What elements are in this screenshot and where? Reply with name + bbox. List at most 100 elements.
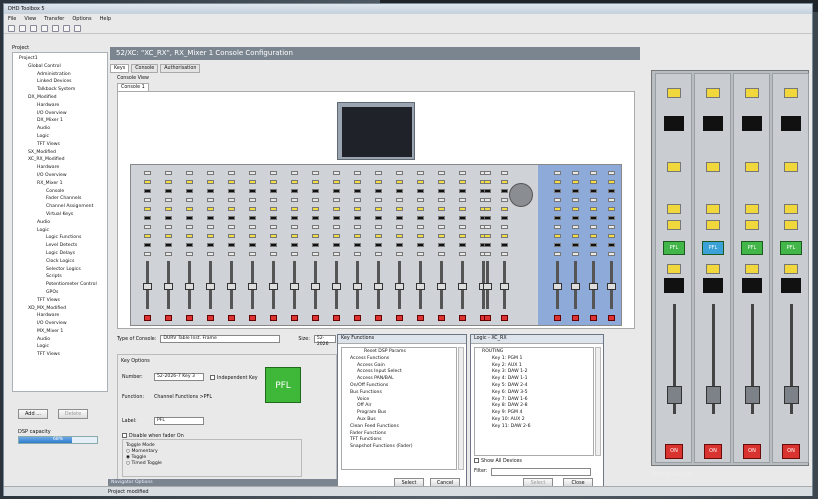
tree-item[interactable]: Global Control	[15, 63, 105, 71]
logic-item[interactable]: Key 9: PGM 4	[476, 410, 592, 417]
console-key[interactable]	[186, 171, 193, 175]
tree-item[interactable]: TFT Views	[15, 297, 105, 305]
fader-cap[interactable]	[500, 283, 509, 290]
console-key[interactable]	[207, 171, 214, 175]
console-key[interactable]	[186, 189, 193, 193]
console-key[interactable]	[375, 225, 382, 229]
console-key[interactable]	[228, 216, 235, 220]
console-key[interactable]	[186, 243, 193, 247]
strip-key[interactable]	[667, 264, 681, 274]
console-key[interactable]	[144, 234, 151, 238]
console-key[interactable]	[459, 189, 466, 193]
console-key[interactable]	[590, 252, 597, 256]
transfer-icon[interactable]	[52, 25, 59, 32]
console-key[interactable]	[396, 189, 403, 193]
console-key[interactable]	[459, 234, 466, 238]
console-key[interactable]	[396, 225, 403, 229]
fader-cap[interactable]	[248, 283, 257, 290]
console-key[interactable]	[207, 225, 214, 229]
on-key[interactable]	[270, 315, 277, 321]
console-key[interactable]	[312, 207, 319, 211]
fader-cap[interactable]	[164, 283, 173, 290]
show-all-checkbox[interactable]	[474, 458, 479, 463]
console-key[interactable]	[165, 243, 172, 247]
console-key[interactable]	[501, 225, 508, 229]
console-key[interactable]	[554, 252, 561, 256]
tft-screen[interactable]	[337, 102, 415, 160]
fader-cap[interactable]	[143, 283, 152, 290]
console-key[interactable]	[228, 243, 235, 247]
on-key[interactable]	[417, 315, 424, 321]
console-key[interactable]	[249, 180, 256, 184]
tree-item[interactable]: Audio	[15, 336, 105, 344]
console-key[interactable]	[417, 198, 424, 202]
console-key[interactable]	[291, 171, 298, 175]
logic-item[interactable]: Key 11: DAW 2-6	[476, 424, 592, 431]
console-key[interactable]	[501, 198, 508, 202]
console-key[interactable]	[207, 198, 214, 202]
console-key[interactable]	[144, 189, 151, 193]
fader-cap[interactable]	[667, 386, 682, 404]
console-key[interactable]	[312, 252, 319, 256]
console-key[interactable]	[375, 234, 382, 238]
tree-item[interactable]: Level Detects	[15, 242, 105, 250]
console-key[interactable]	[554, 225, 561, 229]
console-key[interactable]	[249, 243, 256, 247]
console-key[interactable]	[333, 171, 340, 175]
project-tree[interactable]: Project1 Global Control Administration Link…	[12, 52, 108, 392]
pfl-key[interactable]: PFL	[741, 241, 763, 255]
console-key[interactable]	[333, 180, 340, 184]
console-key[interactable]	[270, 252, 277, 256]
tree-item[interactable]: DX_Mixer 1	[15, 117, 105, 125]
pfl-key[interactable]: PFL	[663, 241, 685, 255]
console-key[interactable]	[249, 207, 256, 211]
console-key[interactable]	[333, 189, 340, 193]
disable-fader-checkbox[interactable]	[122, 433, 127, 438]
console-strip[interactable]	[456, 165, 469, 325]
fader-cap[interactable]	[607, 283, 616, 290]
console-key[interactable]	[554, 180, 561, 184]
strip-key[interactable]	[706, 204, 720, 214]
tree-item[interactable]: MX_Mixer 1	[15, 328, 105, 336]
logic-item[interactable]: Key 1: PGM 1	[476, 356, 592, 363]
on-key[interactable]: ON	[743, 444, 761, 459]
fader-cap[interactable]	[745, 386, 760, 404]
tree-item[interactable]: TFT Views	[15, 141, 105, 149]
on-key[interactable]: ON	[704, 444, 722, 459]
delete-button[interactable]: Delete	[58, 409, 88, 419]
console-key[interactable]	[375, 252, 382, 256]
strip-key[interactable]	[784, 88, 798, 98]
console-key[interactable]	[207, 234, 214, 238]
tree-item[interactable]: Logic	[15, 343, 105, 351]
console-key[interactable]	[572, 252, 579, 256]
fader-cap[interactable]	[332, 283, 341, 290]
console-key[interactable]	[417, 252, 424, 256]
console-key[interactable]	[590, 243, 597, 247]
tree-item[interactable]: Selector Logics	[15, 266, 105, 274]
logic-list[interactable]: ROUTING Key 1: PGM 1 Key 2: AUX 1 Key 3: DA…	[474, 347, 594, 456]
tree-item[interactable]: Logic Delays	[15, 250, 105, 258]
tree-item[interactable]: Linked Devices	[15, 78, 105, 86]
console-key[interactable]	[590, 171, 597, 175]
console-key[interactable]	[333, 216, 340, 220]
console-key[interactable]	[438, 225, 445, 229]
console-key[interactable]	[228, 189, 235, 193]
console-key[interactable]	[590, 198, 597, 202]
on-key[interactable]	[312, 315, 319, 321]
console-key[interactable]	[270, 234, 277, 238]
tree-item[interactable]: Hardware	[15, 164, 105, 172]
on-key[interactable]	[396, 315, 403, 321]
console-key[interactable]	[354, 234, 361, 238]
console-key[interactable]	[396, 207, 403, 211]
console-strip[interactable]	[498, 165, 511, 325]
panel-icon[interactable]	[74, 25, 81, 32]
key-function-item[interactable]: On/Off Functions	[343, 383, 455, 390]
save-icon[interactable]	[30, 25, 37, 32]
strip-key[interactable]	[784, 204, 798, 214]
console-key[interactable]	[291, 207, 298, 211]
fader-cap[interactable]	[206, 283, 215, 290]
on-key[interactable]: ON	[782, 444, 800, 459]
console-key[interactable]	[291, 252, 298, 256]
console-key[interactable]	[312, 225, 319, 229]
fader-cap[interactable]	[416, 283, 425, 290]
